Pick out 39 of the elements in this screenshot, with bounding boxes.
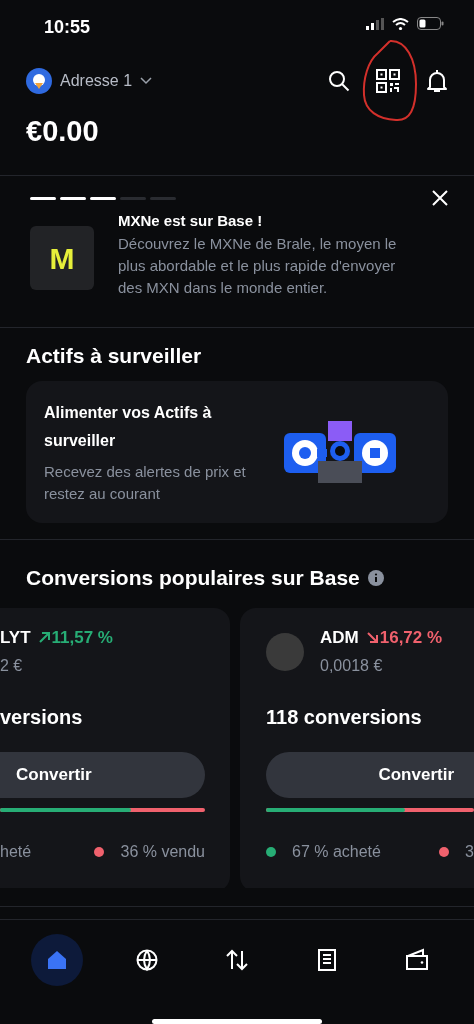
token-price: 0,0018 € (320, 656, 384, 677)
banner-title: MXNe est sur Base ! (118, 211, 264, 232)
search-icon[interactable] (328, 69, 350, 92)
banner-text: Découvrez le MXNe de Brale, le moyen le plus abordable et le plus rapide d'envoyer des MXN dans le monde entier. (118, 233, 398, 298)
watchlist-card[interactable]: Alimenter vos Actifs à surveiller Recevez des alertes de prix et restez au courant (26, 381, 448, 524)
token-symbol: ADM (320, 626, 359, 649)
conversion-count: 118 conversions (266, 704, 423, 730)
info-icon (367, 569, 384, 586)
buy-dot (266, 846, 276, 857)
bought-label: heté (0, 841, 32, 862)
signal-icon (366, 17, 384, 30)
sell-dot (439, 846, 450, 857)
token-logo: M (30, 226, 94, 291)
close-icon[interactable] (432, 190, 448, 207)
token-symbol: LYT (0, 626, 31, 649)
card-text: Recevez des alertes de prix et restez au courant (44, 462, 247, 505)
price-change: 16,72 % (379, 626, 443, 649)
balance-amount: €0.00 (26, 113, 100, 149)
bought-label: 67 % acheté (292, 841, 381, 862)
chevron-down-icon[interactable] (140, 76, 153, 85)
battery-icon (417, 17, 444, 30)
conversion-count: versions (0, 704, 84, 730)
sold-label: 3 (465, 841, 474, 862)
section-heading: Conversions populaires sur Base (26, 565, 360, 592)
account-name[interactable]: Adresse 1 (60, 68, 133, 93)
section-heading: Actifs à surveiller (25, 342, 203, 369)
qr-code-icon[interactable] (376, 68, 400, 93)
sell-dot (94, 846, 105, 857)
wallet-icon (404, 946, 430, 973)
token-price: 2 € (0, 656, 24, 677)
status-time: 10:55 (44, 16, 91, 39)
price-change: 11,57 % (51, 626, 113, 649)
convert-button[interactable]: Convertir (0, 751, 205, 798)
sold-label: 36 % vendu (120, 841, 205, 862)
bell-icon[interactable] (426, 68, 448, 93)
convert-button[interactable]: Convertir (266, 751, 474, 798)
avatar-icon (26, 67, 52, 94)
wifi-icon (392, 17, 409, 30)
card-title: Alimenter vos Actifs à surveiller (44, 403, 213, 452)
